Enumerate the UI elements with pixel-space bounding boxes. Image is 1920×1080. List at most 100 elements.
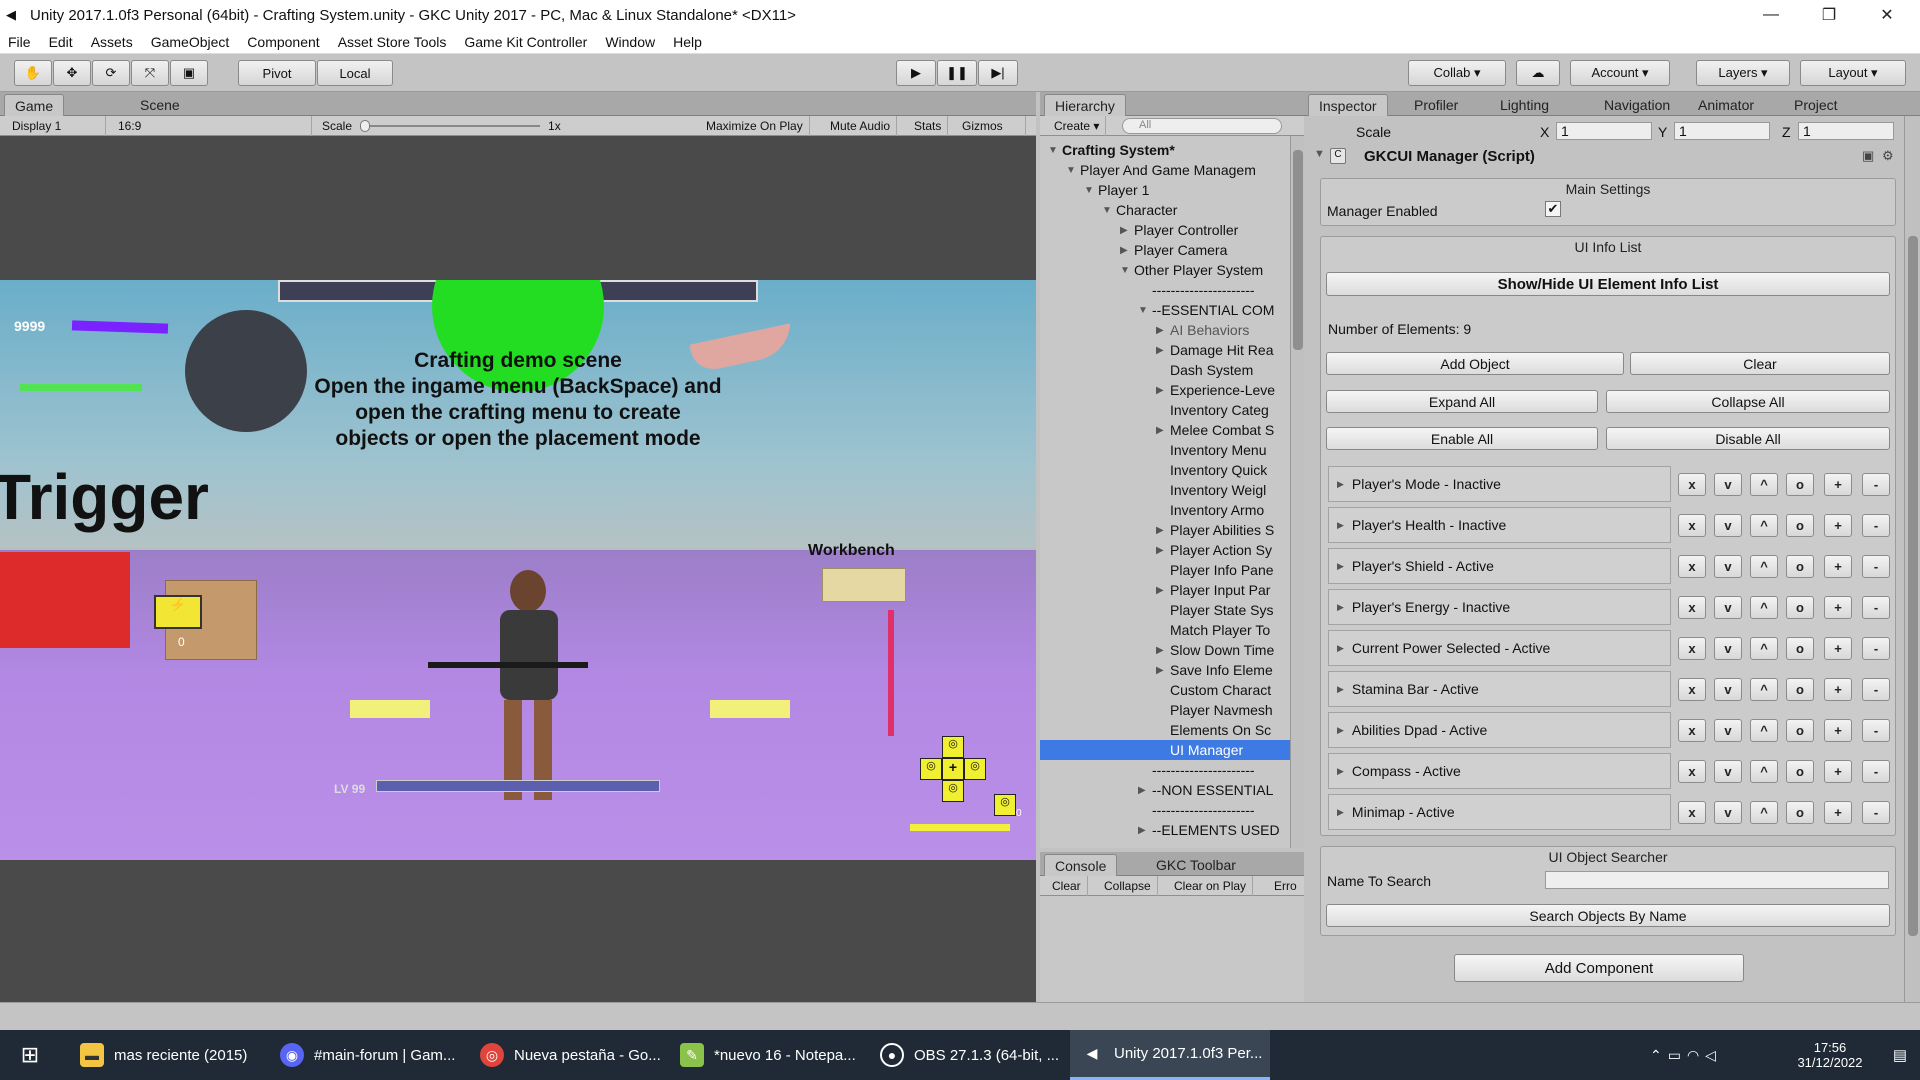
hierarchy-item[interactable]: ▼ Character [1040,200,1290,220]
foldout-arrow-icon[interactable]: ▼ [1066,165,1080,176]
ui-element-row[interactable]: ▶ Player's Shield - Active [1328,548,1671,584]
hierarchy-item[interactable]: ▶ Player Abilities S [1040,520,1290,540]
element-remove-button[interactable]: x [1678,473,1706,496]
hierarchy-separator[interactable]: ---------------------- [1040,800,1290,820]
mute-audio-toggle[interactable]: Mute Audio [824,116,898,136]
menu-assets[interactable]: Assets [91,34,133,50]
hierarchy-item[interactable]: Player Info Pane [1040,560,1290,580]
element-move-up-button[interactable]: ^ [1750,719,1778,742]
game-scene[interactable]: 9999 Crafting demo scene Open the ingame… [0,280,1036,860]
taskbar-item-explorer[interactable]: ▬ mas reciente (2015) [70,1030,270,1080]
element-subtract-button[interactable]: - [1862,514,1890,537]
add-component-button[interactable]: Add Component [1454,954,1744,982]
foldout-arrow-icon[interactable]: ▶ [1156,585,1170,596]
element-subtract-button[interactable]: - [1862,596,1890,619]
help-icon[interactable]: ▣ [1862,148,1874,164]
ui-element-row[interactable]: ▶ Player's Health - Inactive [1328,507,1671,543]
move-tool-button[interactable]: ✥ [53,60,91,86]
hierarchy-item[interactable]: ▶ --ELEMENTS USED [1040,820,1290,840]
hierarchy-item[interactable]: ▶ Experience-Leve [1040,380,1290,400]
ui-element-row[interactable]: ▶ Stamina Bar - Active [1328,671,1671,707]
tab-scene[interactable]: Scene [130,94,190,116]
aspect-dropdown[interactable]: 16:9 [112,116,312,136]
scale-x-input[interactable]: 1 [1556,122,1652,140]
minimize-button[interactable]: — [1742,0,1800,30]
hierarchy-scrollbar[interactable] [1290,136,1304,848]
menu-game-kit-controller[interactable]: Game Kit Controller [464,34,587,50]
gear-icon[interactable]: ⚙ [1882,148,1894,164]
hierarchy-item[interactable]: UI Manager [1040,740,1290,760]
menu-file[interactable]: File [8,34,31,50]
hierarchy-item[interactable]: Elements On Sc [1040,720,1290,740]
hierarchy-item[interactable]: Inventory Weigl [1040,480,1290,500]
foldout-arrow-icon[interactable]: ▶ [1337,807,1344,818]
element-toggle-button[interactable]: o [1786,760,1814,783]
hierarchy-item[interactable]: ▶ Damage Hit Rea [1040,340,1290,360]
element-subtract-button[interactable]: - [1862,801,1890,824]
maximize-button[interactable]: ❐ [1800,0,1858,30]
element-move-up-button[interactable]: ^ [1750,801,1778,824]
pivot-button[interactable]: Pivot [238,60,316,86]
collab-button[interactable]: Collab ▾ [1408,60,1506,86]
tab-game[interactable]: Game [4,94,65,116]
hierarchy-item[interactable]: ▼ Player 1 [1040,180,1290,200]
ui-element-row[interactable]: ▶ Minimap - Active [1328,794,1671,830]
menu-window[interactable]: Window [605,34,655,50]
enable-all-button[interactable]: Enable All [1326,427,1598,450]
element-move-up-button[interactable]: ^ [1750,596,1778,619]
element-move-up-button[interactable]: ^ [1750,555,1778,578]
element-add-button[interactable]: + [1824,555,1852,578]
foldout-arrow-icon[interactable]: ▶ [1337,684,1344,695]
tab-console[interactable]: Console [1044,854,1118,876]
maximize-on-play-toggle[interactable]: Maximize On Play [700,116,810,136]
console-clear-on-play-button[interactable]: Clear on Play [1168,876,1254,896]
element-move-up-button[interactable]: ^ [1750,637,1778,660]
close-button[interactable]: ✕ [1858,0,1916,30]
game-view[interactable]: 9999 Crafting demo scene Open the ingame… [0,136,1036,1002]
element-add-button[interactable]: + [1824,801,1852,824]
hierarchy-item[interactable]: ▶ --NON ESSENTIAL [1040,780,1290,800]
element-remove-button[interactable]: x [1678,760,1706,783]
foldout-arrow-icon[interactable]: ▶ [1120,245,1134,256]
console-collapse-button[interactable]: Collapse [1098,876,1158,896]
menu-edit[interactable]: Edit [49,34,73,50]
hierarchy-item[interactable]: ▶ Save Info Eleme [1040,660,1290,680]
menu-help[interactable]: Help [673,34,702,50]
element-subtract-button[interactable]: - [1862,555,1890,578]
play-button[interactable]: ▶ [896,60,936,86]
foldout-arrow-icon[interactable]: ▼ [1120,265,1134,276]
element-subtract-button[interactable]: - [1862,637,1890,660]
element-move-up-button[interactable]: ^ [1750,760,1778,783]
hierarchy-item[interactable]: ▼ Other Player System [1040,260,1290,280]
element-move-down-button[interactable]: v [1714,596,1742,619]
hierarchy-item[interactable]: Dash System [1040,360,1290,380]
rotate-tool-button[interactable]: ⟳ [92,60,130,86]
hierarchy-item[interactable]: ▼ --ESSENTIAL COM [1040,300,1290,320]
foldout-arrow-icon[interactable]: ▼ [1138,305,1152,316]
element-add-button[interactable]: + [1824,596,1852,619]
system-tray[interactable]: ⌃▭◠◁ [1640,1030,1780,1080]
cloud-button[interactable]: ☁ [1516,60,1560,86]
component-foldout-icon[interactable]: ▼ [1314,148,1325,160]
hierarchy-item[interactable]: ▶ Player Controller [1040,220,1290,240]
foldout-arrow-icon[interactable]: ▶ [1156,345,1170,356]
element-toggle-button[interactable]: o [1786,637,1814,660]
foldout-arrow-icon[interactable]: ▶ [1337,643,1344,654]
taskbar-item-unity[interactable]: ◀ Unity 2017.1.0f3 Per... [1070,1030,1270,1080]
layout-dropdown[interactable]: Layout ▾ [1800,60,1906,86]
tab-profiler[interactable]: Profiler [1404,94,1468,116]
taskbar-item-notepad[interactable]: ✎ *nuevo 16 - Notepa... [670,1030,870,1080]
element-move-down-button[interactable]: v [1714,760,1742,783]
element-add-button[interactable]: + [1824,760,1852,783]
tab-hierarchy[interactable]: Hierarchy [1044,94,1126,116]
hierarchy-item[interactable]: Inventory Menu [1040,440,1290,460]
tab-inspector[interactable]: Inspector [1308,94,1388,116]
hierarchy-separator[interactable]: ---------------------- [1040,280,1290,300]
element-add-button[interactable]: + [1824,473,1852,496]
element-remove-button[interactable]: x [1678,555,1706,578]
element-toggle-button[interactable]: o [1786,678,1814,701]
hierarchy-item[interactable]: Player State Sys [1040,600,1290,620]
foldout-arrow-icon[interactable]: ▶ [1156,425,1170,436]
hierarchy-search-input[interactable]: All [1122,118,1282,134]
element-move-down-button[interactable]: v [1714,637,1742,660]
